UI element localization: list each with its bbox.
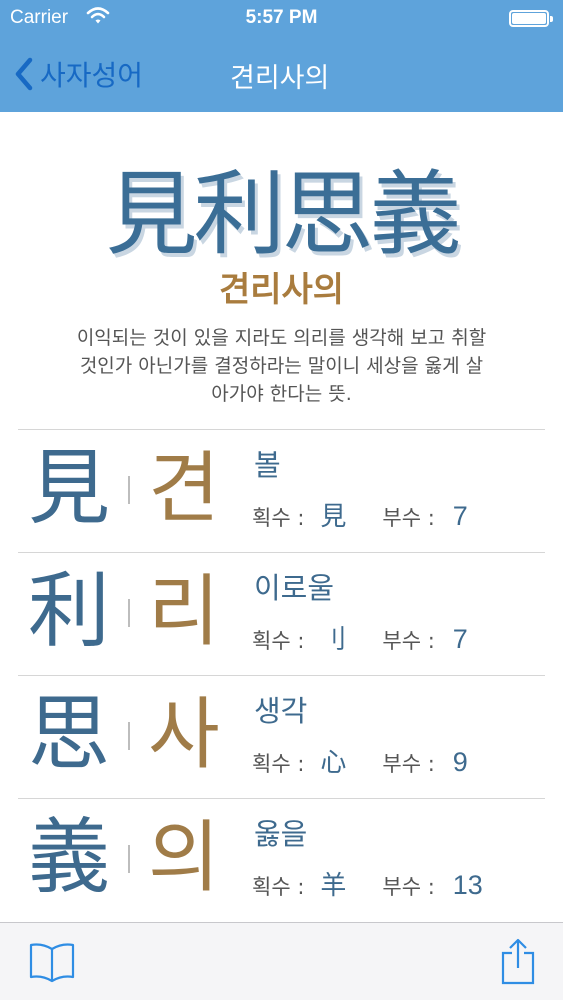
- idiom-reading: 견리사의: [218, 270, 345, 310]
- character-hangul: 사: [148, 690, 220, 780]
- character-meta: 획수 : 見 부수 : 7: [252, 496, 468, 533]
- meaning-line: 이익되는 것이 있을 지라도 의리를 생각해 보고 취할: [76, 327, 487, 349]
- character-hangul: 리: [148, 567, 220, 657]
- radical-value: 羊: [320, 871, 347, 901]
- strokes-label: 부수 :: [382, 629, 435, 653]
- character-hanja: 利: [28, 564, 111, 659]
- character-hangul: 의: [148, 813, 220, 903]
- strokes-value: 7: [452, 501, 468, 531]
- share-icon[interactable]: [500, 937, 536, 989]
- idiom-meaning: 이익되는 것이 있을 지라도 의리를 생각해 보고 취할 것인가 아닌가를 결정…: [40, 324, 523, 408]
- strokes-value: 13: [452, 870, 483, 900]
- radical-label: 획수 :: [252, 629, 305, 653]
- status-bar: Carrier 5:57 PM: [0, 0, 563, 36]
- character-meta: 획수 : 心 부수 : 9: [252, 742, 468, 779]
- character-row[interactable]: 思 사 생각 획수 : 心 부수 : 9: [0, 676, 563, 799]
- strokes-label: 부수 :: [382, 506, 435, 530]
- radical-label: 획수 :: [252, 875, 305, 899]
- nav-title: 견리사의: [230, 63, 330, 94]
- character-hanja: 思: [28, 687, 111, 782]
- character-hangul: 견: [148, 444, 220, 534]
- radical-value: 刂: [320, 625, 347, 655]
- character-gloss: 이로울: [254, 571, 335, 605]
- strokes-label: 부수 :: [382, 875, 435, 899]
- character-gloss: 옳을: [254, 817, 308, 851]
- meaning-line: 아가야 한다는 뜻.: [211, 383, 352, 405]
- back-button[interactable]: 사자성어: [14, 54, 143, 94]
- character-meta: 획수 : 羊 부수 : 13: [252, 865, 483, 902]
- separator: [128, 722, 130, 750]
- clock: 5:57 PM: [245, 7, 318, 28]
- radical-label: 획수 :: [252, 752, 305, 776]
- character-hanja: 見: [28, 441, 111, 536]
- character-gloss: 볼: [254, 448, 281, 482]
- separator: [128, 845, 130, 873]
- back-label: 사자성어: [40, 59, 144, 92]
- strokes-value: 7: [452, 624, 468, 654]
- separator: [128, 476, 130, 504]
- idiom-header: 見利思義 견리사의 이익되는 것이 있을 지라도 의리를 생각해 보고 취할 것…: [0, 112, 563, 430]
- character-row[interactable]: 利 리 이로울 획수 : 刂 부수 : 7: [0, 553, 563, 676]
- character-row[interactable]: 見 견 볼 획수 : 見 부수 : 7: [0, 430, 563, 553]
- book-icon[interactable]: [28, 941, 76, 987]
- character-gloss: 생각: [254, 694, 308, 728]
- separator: [128, 599, 130, 627]
- battery-icon: [509, 10, 553, 27]
- navigation-bar: 사자성어 견리사의: [0, 36, 563, 112]
- character-meta: 획수 : 刂 부수 : 7: [252, 619, 468, 656]
- strokes-value: 9: [452, 747, 468, 777]
- meaning-line: 것인가 아닌가를 결정하라는 말이니 세상을 옳게 살: [79, 355, 484, 377]
- idiom-hanja: 見利思義: [105, 161, 461, 268]
- chevron-left-icon: [14, 57, 34, 91]
- radical-value: 見: [320, 502, 347, 532]
- character-hanja: 義: [28, 810, 111, 905]
- radical-value: 心: [320, 748, 347, 778]
- character-row[interactable]: 義 의 옳을 획수 : 羊 부수 : 13: [0, 799, 563, 922]
- bottom-toolbar: [0, 922, 563, 1000]
- radical-label: 획수 :: [252, 506, 305, 530]
- strokes-label: 부수 :: [382, 752, 435, 776]
